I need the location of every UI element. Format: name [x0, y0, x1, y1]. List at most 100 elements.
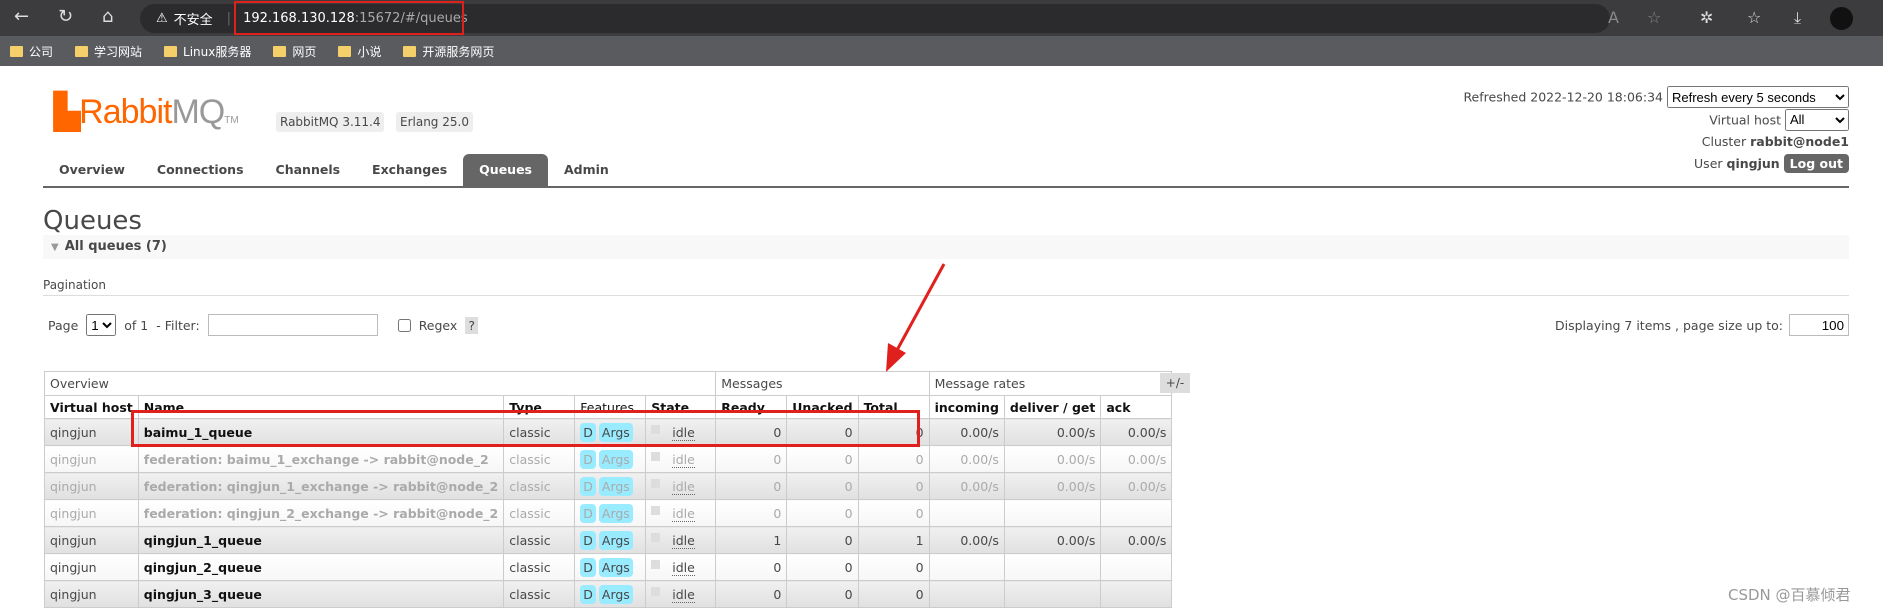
state-cell: idle [645, 526, 717, 554]
incoming-cell: 0.00/s [928, 445, 1005, 473]
url-highlight-box [234, 1, 464, 35]
deliver-cell [1003, 580, 1102, 608]
table-row: qingjun qingjun_1_queue classic D Args idle 1 0… [44, 526, 1173, 554]
ack-cell: 0.00/s [1100, 472, 1173, 500]
ack-cell: 0.00/s [1100, 526, 1173, 554]
queue-name-link[interactable]: federation: qingjun_2_exchange -> rabbit… [137, 499, 505, 527]
queue-name-link[interactable]: qingjun_1_queue [137, 526, 505, 554]
page-title: Queues [43, 206, 142, 236]
user-label: User [1694, 156, 1723, 171]
state-indicator-icon [651, 532, 661, 542]
queue-name-link[interactable]: qingjun_3_queue [137, 580, 505, 608]
features-cell: D Args [574, 472, 647, 500]
state-label: idle [672, 478, 695, 495]
tab-connections[interactable]: Connections [141, 154, 260, 186]
pagination-title: Pagination [43, 278, 106, 292]
total-cell: 1 [857, 526, 930, 554]
ack-cell: 0.00/s [1100, 445, 1173, 473]
bookmark-folder[interactable]: 小说 [338, 43, 381, 60]
ack-cell: 0.00/s [1100, 418, 1173, 446]
queue-name-link[interactable]: federation: baimu_1_exchange -> rabbit@n… [137, 445, 505, 473]
bookmark-folder[interactable]: Linux服务器 [164, 43, 251, 60]
add-favorite-icon[interactable]: ☆ [1647, 8, 1661, 27]
state-cell: idle [645, 472, 717, 500]
favorites-icon[interactable]: ☆ [1747, 8, 1761, 27]
features-cell: D Args [574, 445, 647, 473]
filter-input[interactable] [207, 314, 378, 336]
args-badge: Args [598, 503, 633, 523]
profile-avatar[interactable] [1830, 7, 1853, 30]
vhost-select[interactable]: All [1785, 108, 1849, 131]
column-header[interactable]: ack [1100, 395, 1173, 419]
refresh-select[interactable]: Refresh every 5 seconds [1667, 86, 1849, 108]
state-indicator-icon [651, 478, 661, 488]
page-size-input[interactable] [1789, 314, 1849, 336]
tab-exchanges[interactable]: Exchanges [356, 154, 463, 186]
column-header[interactable]: deliver / get [1003, 395, 1102, 419]
toggle-columns-button[interactable]: +/- [1160, 373, 1190, 393]
back-icon[interactable]: ← [14, 6, 29, 27]
unacked-cell: 0 [786, 472, 859, 500]
help-button[interactable]: ? [465, 316, 478, 334]
tab-admin[interactable]: Admin [548, 154, 625, 186]
tab-queues[interactable]: Queues [463, 154, 548, 186]
column-header[interactable]: Virtual host [44, 395, 139, 419]
unacked-cell: 0 [786, 526, 859, 554]
unacked-cell: 0 [786, 553, 859, 581]
extensions-icon[interactable]: ✲ [1700, 8, 1713, 27]
folder-icon [338, 45, 352, 57]
main-nav: Overview Connections Channels Exchanges … [43, 154, 625, 186]
user-value: qingjun [1726, 156, 1780, 171]
tab-overview[interactable]: Overview [43, 154, 141, 186]
state-indicator-icon [651, 586, 661, 596]
incoming-cell [928, 499, 1005, 527]
table-row: qingjun federation: baimu_1_exchange -> r… [44, 445, 1173, 473]
table-row: qingjun qingjun_3_queue classic D Args idle 0 0… [44, 580, 1173, 608]
tab-channels[interactable]: Channels [260, 154, 357, 186]
bookmark-folder[interactable]: 开源服务网页 [403, 43, 494, 60]
bookmark-folder[interactable]: 学习网站 [75, 43, 142, 60]
durable-badge: D [580, 557, 596, 577]
incoming-cell: 0.00/s [928, 472, 1005, 500]
folder-icon [403, 45, 417, 57]
page-select[interactable]: 1 [86, 314, 117, 336]
header-status: Refreshed 2022-12-20 18:06:34 Refresh eve… [1463, 86, 1849, 175]
durable-badge: D [580, 530, 596, 550]
table-row: qingjun qingjun_2_queue classic D Args idle 0 0… [44, 553, 1173, 581]
state-label: idle [672, 559, 695, 576]
logout-button[interactable]: Log out [1783, 154, 1849, 173]
durable-badge: D [580, 584, 596, 604]
queue-name-link[interactable]: federation: qingjun_1_exchange -> rabbit… [137, 472, 505, 500]
state-indicator-icon [651, 559, 661, 569]
regex-checkbox[interactable] [397, 318, 411, 332]
bookmark-folder[interactable]: 公司 [10, 43, 53, 60]
state-indicator-icon [651, 451, 661, 461]
queue-name-link[interactable]: qingjun_2_queue [137, 553, 505, 581]
highlight-box [131, 410, 920, 447]
state-label: idle [672, 532, 695, 549]
ack-cell [1100, 580, 1173, 608]
bookmark-folder[interactable]: 网页 [273, 43, 316, 60]
rabbitmq-logo[interactable]: ▙RabbitMQTM [54, 92, 239, 132]
args-badge: Args [598, 557, 633, 577]
folder-icon [273, 45, 287, 57]
group-message-rates: Message rates [928, 371, 1173, 396]
table-row: qingjun federation: qingjun_2_exchange ->… [44, 499, 1173, 527]
read-aloud-icon[interactable]: A [1608, 8, 1619, 27]
group-overview: Overview [43, 371, 717, 396]
args-badge: Args [598, 476, 633, 496]
ack-cell [1100, 499, 1173, 527]
download-icon[interactable]: ⤓ [1794, 8, 1801, 28]
durable-badge: D [580, 503, 596, 523]
bookmarks-bar: 公司 学习网站 Linux服务器 网页 小说 开源服务网页 [0, 36, 1883, 66]
deliver-cell: 0.00/s [1003, 445, 1102, 473]
cluster-label: Cluster [1701, 134, 1747, 149]
vhost-cell: qingjun [44, 526, 139, 554]
reload-icon[interactable]: ↻ [58, 6, 73, 27]
warning-icon: ⚠ [156, 11, 168, 26]
browser-toolbar: ← ↻ ⌂ ⚠ 不安全 | 192.168.130.128:15672/#/qu… [0, 0, 1883, 36]
home-icon[interactable]: ⌂ [102, 6, 113, 27]
state-cell: idle [645, 553, 717, 581]
column-header[interactable]: incoming [928, 395, 1005, 419]
vhost-cell: qingjun [44, 418, 139, 446]
